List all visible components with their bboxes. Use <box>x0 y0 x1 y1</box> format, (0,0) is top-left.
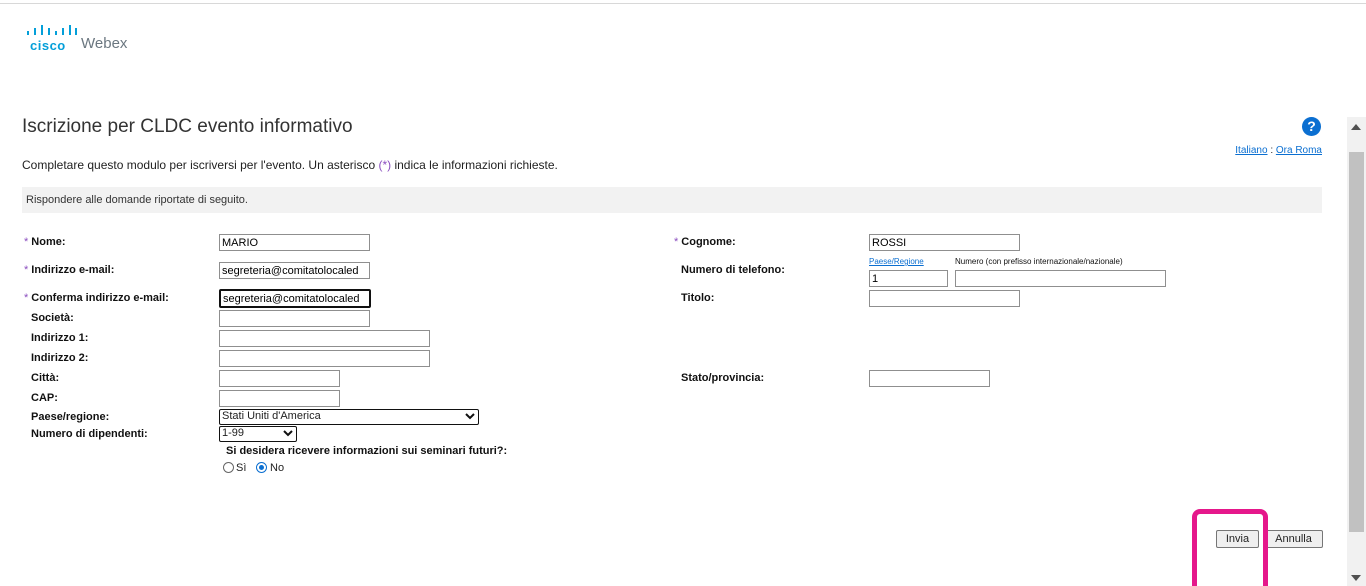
banner-text: Rispondere alle domande riportate di seg… <box>26 194 248 206</box>
conferma-email-label: * Conferma indirizzo e-mail: <box>24 292 169 304</box>
telefono-number-input[interactable] <box>955 270 1166 287</box>
nome-label: * Nome: <box>24 236 66 248</box>
cognome-label: * Cognome: <box>674 236 736 248</box>
question-circle-icon[interactable]: ? <box>1302 117 1321 136</box>
paese-label: Paese/regione: <box>31 411 110 423</box>
instructions-banner: Rispondere alle domande riportate di seg… <box>22 187 1322 213</box>
seminari-radio-si[interactable] <box>223 462 234 473</box>
paese-select[interactable]: Stati Uniti d'America <box>219 409 479 425</box>
scroll-up-arrow-icon[interactable] <box>1351 124 1361 130</box>
intro-before: Completare questo modulo per iscriversi … <box>22 158 379 172</box>
chevron-down-icon <box>283 430 293 437</box>
dipendenti-select[interactable]: 1-99 <box>219 426 297 442</box>
cap-input[interactable] <box>219 390 340 407</box>
locale-separator: : <box>1270 145 1274 156</box>
scrollbar-thumb[interactable] <box>1349 152 1364 532</box>
top-divider <box>0 3 1366 4</box>
cap-label: CAP: <box>31 392 58 404</box>
cisco-logo-text: cisco <box>30 38 66 53</box>
titolo-input[interactable] <box>869 290 1020 307</box>
email-label: * Indirizzo e-mail: <box>24 264 115 276</box>
chevron-down-icon <box>465 413 475 420</box>
telefono-label: Numero di telefono: <box>681 264 785 276</box>
indirizzo1-input[interactable] <box>219 330 430 347</box>
intro-text: Completare questo modulo per iscriversi … <box>22 158 558 172</box>
highlight-annotation <box>1192 509 1268 586</box>
citta-label: Città: <box>31 372 60 384</box>
timezone-link[interactable]: Ora Roma <box>1276 145 1322 156</box>
cancel-button[interactable]: Annulla <box>1264 530 1323 548</box>
cognome-input[interactable] <box>869 234 1020 251</box>
indirizzo1-label: Indirizzo 1: <box>31 332 89 344</box>
conferma-email-input[interactable] <box>219 289 371 308</box>
societa-label: Società: <box>31 312 74 324</box>
intro-asterisk: (*) <box>378 158 392 172</box>
seminari-no-label: No <box>270 462 285 474</box>
intro-after: indica le informazioni richieste. <box>391 158 558 172</box>
indirizzo2-label: Indirizzo 2: <box>31 352 89 364</box>
seminari-question: Si desidera ricevere informazioni sui se… <box>226 445 508 457</box>
scroll-down-arrow-icon[interactable] <box>1351 575 1361 581</box>
seminari-si-label: Sì <box>236 462 247 474</box>
locale-links: Italiano : Ora Roma <box>1235 145 1322 156</box>
paese-selected-value: Stati Uniti d'America <box>222 410 321 422</box>
email-input[interactable] <box>219 262 370 279</box>
citta-input[interactable] <box>219 370 340 387</box>
nome-input[interactable] <box>219 234 370 251</box>
paese-regione-link[interactable]: Paese/Regione <box>869 257 924 266</box>
stato-input[interactable] <box>869 370 990 387</box>
dipendenti-label: Numero di dipendenti: <box>31 428 148 440</box>
seminari-radio-no[interactable] <box>256 462 267 473</box>
dipendenti-selected-value: 1-99 <box>222 427 245 439</box>
language-link[interactable]: Italiano <box>1235 145 1267 156</box>
numero-hint: Numero (con prefisso internazionale/nazi… <box>955 257 1123 266</box>
stato-label: Stato/provincia: <box>681 372 765 384</box>
titolo-label: Titolo: <box>681 292 715 304</box>
societa-input[interactable] <box>219 310 370 327</box>
indirizzo2-input[interactable] <box>219 350 430 367</box>
cisco-logo-bars-icon <box>27 25 77 35</box>
page-title: Iscrizione per CLDC evento informativo <box>22 116 353 137</box>
webex-logo-text: Webex <box>81 35 128 52</box>
telefono-country-input[interactable] <box>869 270 948 287</box>
